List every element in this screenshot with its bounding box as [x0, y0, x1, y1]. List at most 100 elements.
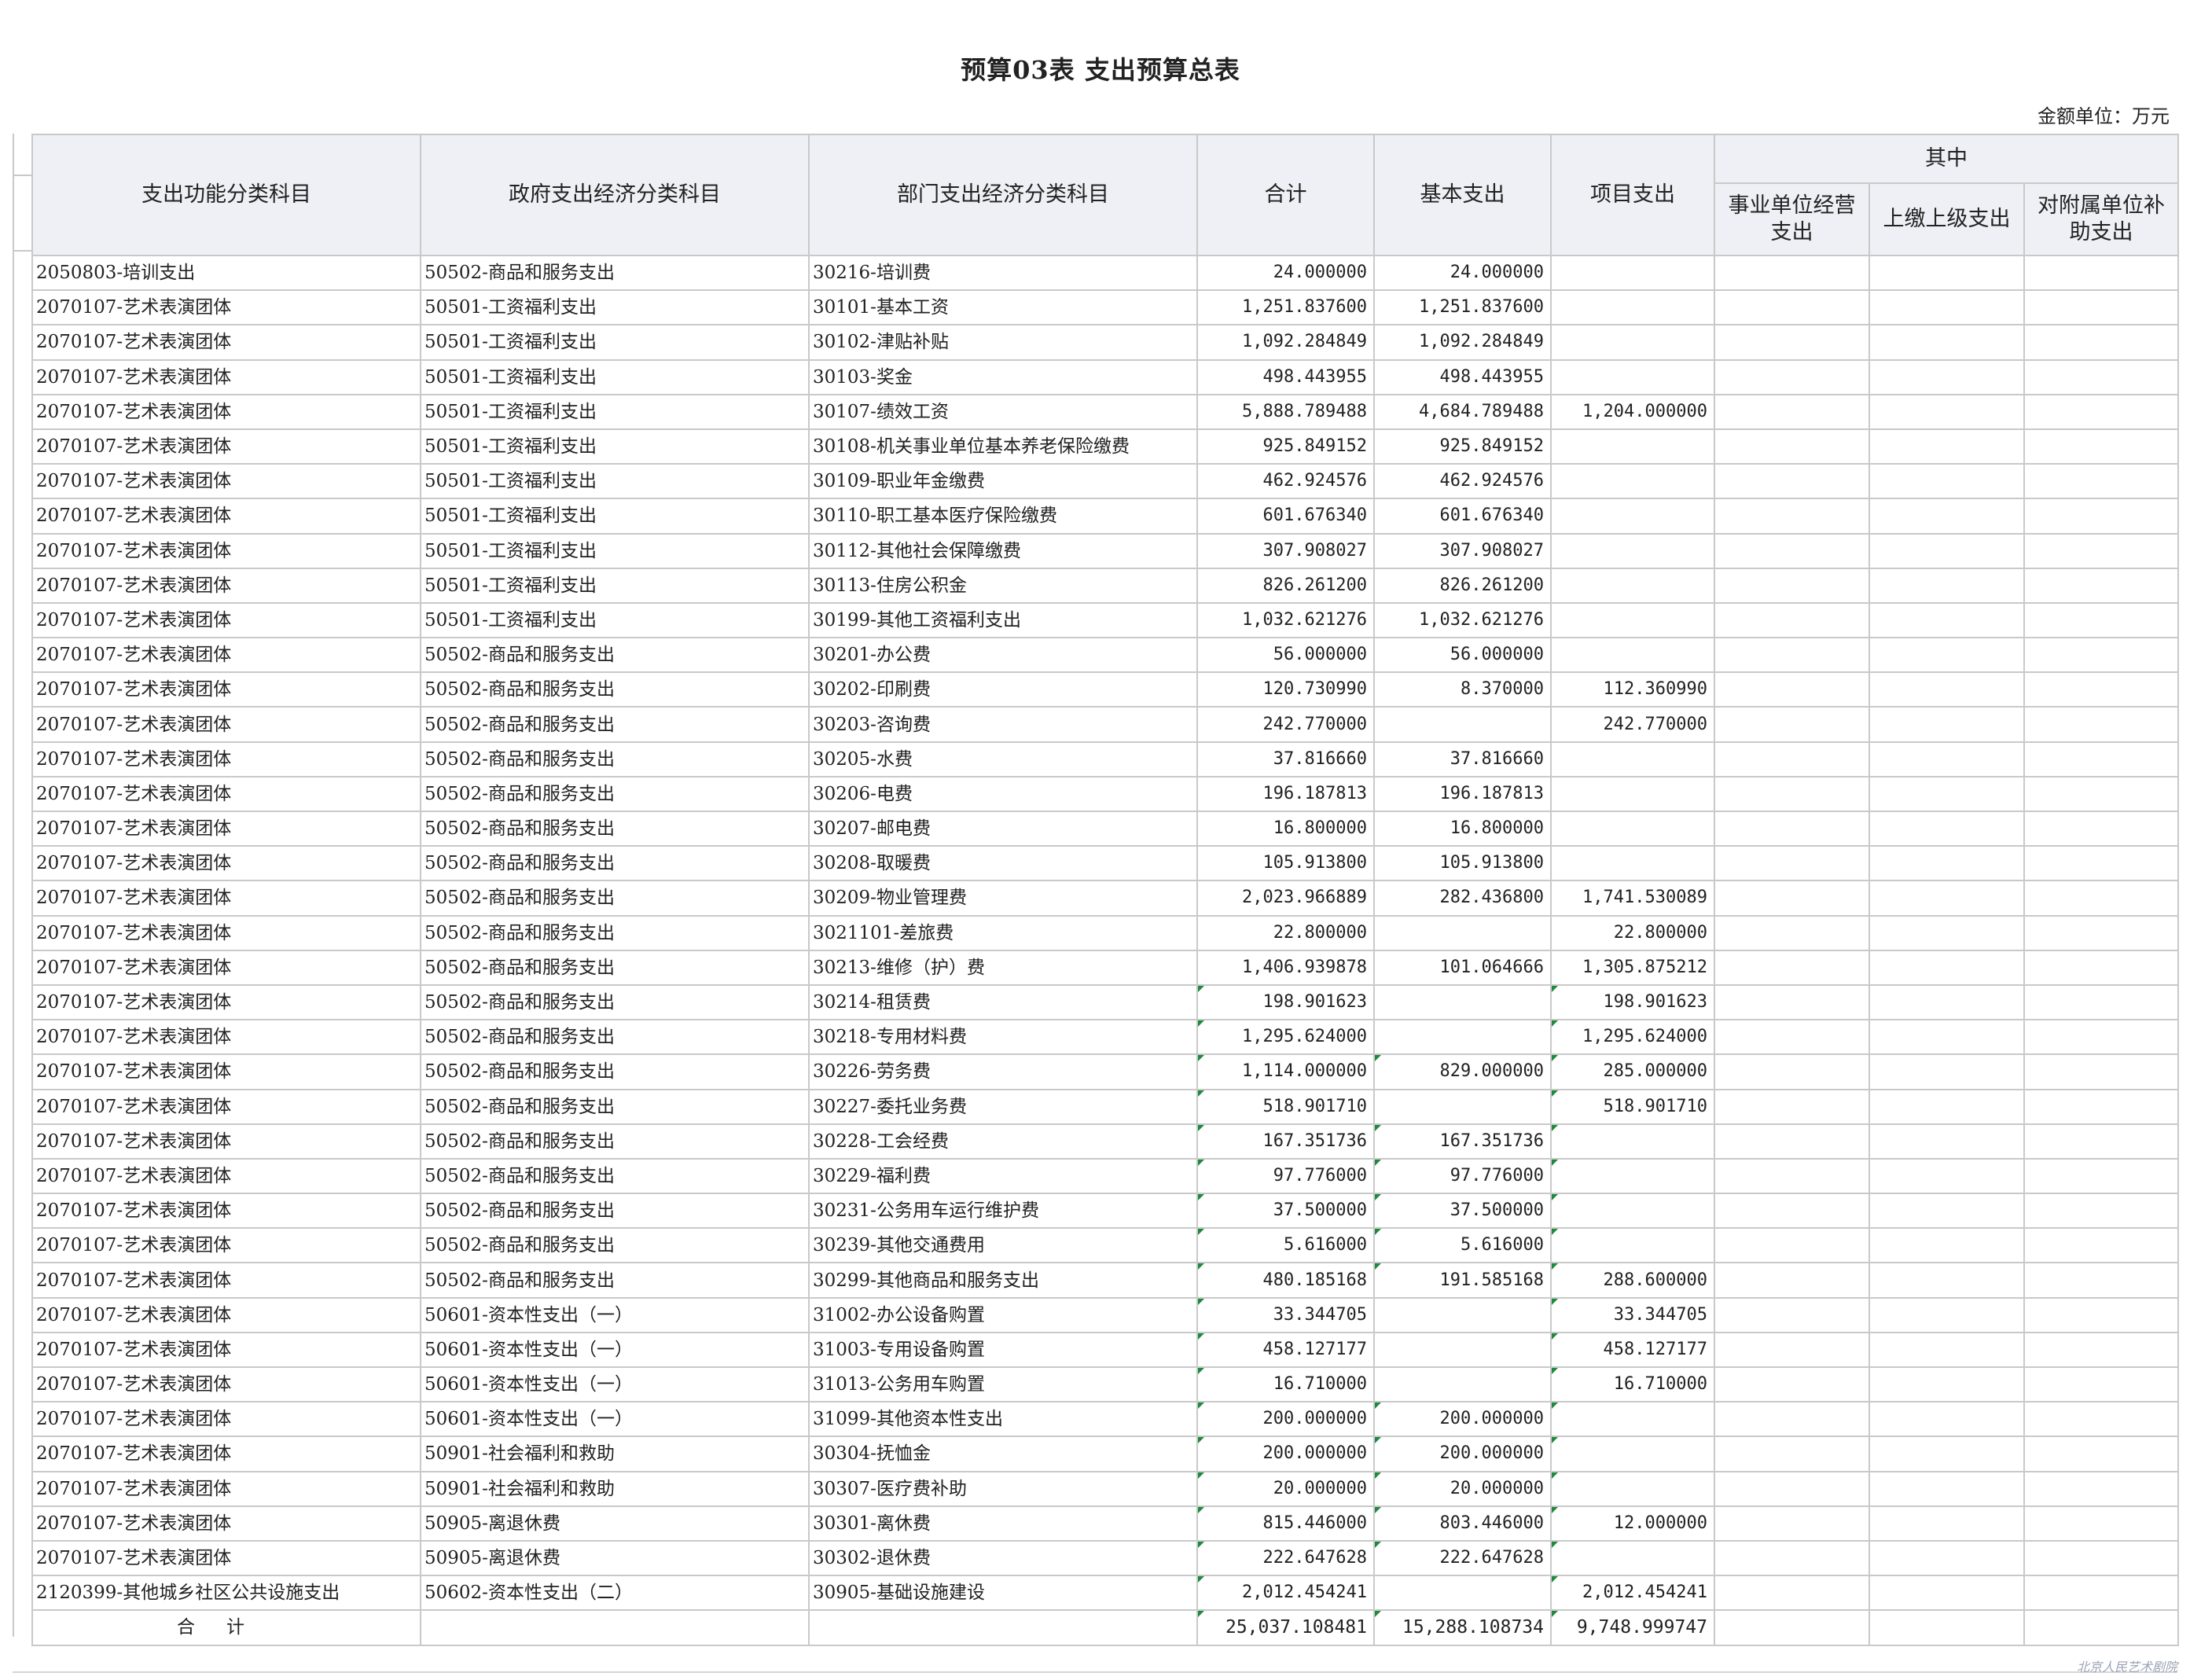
table-row: 2070107-艺术表演团体 50905-离退休费 30302-退休费 222.647… — [31, 1539, 2180, 1577]
cell-empty — [1714, 845, 1870, 882]
cell-empty — [1714, 671, 1870, 708]
cell-total: 815.446000 — [1196, 1505, 1375, 1542]
table-row: 2070107-艺术表演团体 50502-商品和服务支出 30201-办公费 56.0… — [31, 637, 2180, 674]
cell-project — [1550, 532, 1715, 569]
cell-empty — [1714, 1539, 1870, 1577]
cell-dept-econ: 30206-电费 — [808, 775, 1198, 813]
cell-total: 120.730990 — [1196, 671, 1375, 708]
cell-empty — [1714, 1436, 1870, 1472]
cell-function: 2070107-艺术表演团体 — [31, 880, 421, 917]
cell-empty — [1714, 567, 1870, 604]
cell-empty — [1868, 810, 2025, 847]
cell-gov-econ: 50501-工资福利支出 — [420, 324, 810, 361]
cell-empty — [2023, 1019, 2180, 1056]
cell-function: 2070107-艺术表演团体 — [31, 1296, 421, 1333]
cell-empty — [1868, 1436, 2025, 1472]
cell-empty — [1714, 428, 1870, 465]
cell-function: 2050803-培训支出 — [31, 254, 421, 292]
cell-dept-econ: 3021101-差旅费 — [808, 914, 1198, 951]
cell-project — [1550, 567, 1715, 604]
cell-total: 20.000000 — [1196, 1470, 1375, 1507]
cell-gov-econ: 50905-离退休费 — [420, 1539, 810, 1577]
cell-empty — [1714, 1609, 1870, 1646]
cell-total: 601.676340 — [1196, 498, 1375, 535]
cell-basic: 1,092.284849 — [1373, 324, 1552, 361]
cell-empty — [1868, 1019, 2025, 1056]
cell-function: 2070107-艺术表演团体 — [31, 1193, 421, 1230]
cell-dept-econ: 30307-医疗费补助 — [808, 1470, 1198, 1507]
cell-empty — [2023, 393, 2180, 430]
cell-empty — [2023, 601, 2180, 639]
cell-dept-econ: 30301-离休费 — [808, 1505, 1198, 1542]
cell-basic — [1373, 1296, 1552, 1333]
cell-gov-econ: 50502-商品和服务支出 — [420, 914, 810, 951]
cell-gov-econ: 50905-离退休费 — [420, 1505, 810, 1542]
cell-gov-econ: 50502-商品和服务支出 — [420, 1227, 810, 1264]
cell-project: 1,305.875212 — [1550, 949, 1715, 986]
cell-empty — [1714, 601, 1870, 639]
table-row: 2070107-艺术表演团体 50601-资本性支出（一） 31003-专用设备购置… — [31, 1331, 2180, 1369]
cell-empty — [1714, 498, 1870, 535]
cell-empty — [2023, 671, 2180, 708]
cell-dept-econ: 30216-培训费 — [808, 254, 1198, 292]
cell-project — [1550, 810, 1715, 847]
cell-dept-econ: 31003-专用设备购置 — [808, 1331, 1198, 1369]
cell-empty — [1714, 1088, 1870, 1125]
cell-total: 242.770000 — [1196, 706, 1375, 743]
cell-basic: 105.913800 — [1373, 845, 1552, 882]
table-row: 2070107-艺术表演团体 50502-商品和服务支出 30299-其他商品和服务… — [31, 1262, 2180, 1299]
cell-empty — [1868, 1262, 2025, 1299]
cell-dept-econ: 30227-委托业务费 — [808, 1088, 1198, 1125]
cell-dept-econ: 30202-印刷费 — [808, 671, 1198, 708]
cell-basic — [1373, 983, 1552, 1021]
cell-empty — [2023, 914, 2180, 951]
cell-empty — [2023, 1088, 2180, 1125]
cell-function: 2070107-艺术表演团体 — [31, 567, 421, 604]
cell-empty — [1714, 1366, 1870, 1403]
cell-gov-econ: 50501-工资福利支出 — [420, 428, 810, 465]
cell-total: 37.500000 — [1196, 1193, 1375, 1230]
cell-empty — [1714, 1262, 1870, 1299]
cell-total: 458.127177 — [1196, 1331, 1375, 1369]
total-row: 合计 25,037.108481 15,288.108734 9,748.999747 — [31, 1609, 2180, 1646]
cell-empty — [1714, 1331, 1870, 1369]
cell-project: 16.710000 — [1550, 1366, 1715, 1403]
cell-empty — [1714, 1401, 1870, 1438]
cell-dept-econ: 30199-其他工资福利支出 — [808, 601, 1198, 639]
cell-function: 2070107-艺术表演团体 — [31, 1262, 421, 1299]
header-business-operation: 事业单位经营支出 — [1714, 182, 1870, 256]
cell-dept-econ: 30209-物业管理费 — [808, 880, 1198, 917]
cell-empty — [1868, 1227, 2025, 1264]
cell-empty — [1868, 1366, 2025, 1403]
cell-project: 198.901623 — [1550, 983, 1715, 1021]
cell-empty — [2023, 949, 2180, 986]
cell-project — [1550, 324, 1715, 361]
cell-gov-econ: 50501-工资福利支出 — [420, 358, 810, 395]
total-sum: 25,037.108481 — [1196, 1609, 1375, 1646]
cell-project — [1550, 1401, 1715, 1438]
header-total: 合计 — [1196, 134, 1375, 256]
table-row: 2070107-艺术表演团体 50501-工资福利支出 30109-职业年金缴费 46… — [31, 463, 2180, 500]
table-header: 支出功能分类科目 政府支出经济分类科目 部门支出经济分类科目 合计 基本支出 项… — [31, 134, 2180, 256]
table-row: 2070107-艺术表演团体 50502-商品和服务支出 30207-邮电费 16.8… — [31, 810, 2180, 847]
cell-gov-econ: 50501-工资福利支出 — [420, 532, 810, 569]
cell-basic: 601.676340 — [1373, 498, 1552, 535]
cell-total: 1,295.624000 — [1196, 1019, 1375, 1056]
cell-total: 200.000000 — [1196, 1401, 1375, 1438]
table-row: 2070107-艺术表演团体 50502-商品和服务支出 30227-委托业务费 51… — [31, 1088, 2180, 1125]
cell-empty — [2023, 1157, 2180, 1195]
cell-function: 2070107-艺术表演团体 — [31, 1366, 421, 1403]
cell-dept-econ: 31099-其他资本性支出 — [808, 1401, 1198, 1438]
cell-function: 2070107-艺术表演团体 — [31, 1123, 421, 1160]
cell-empty — [1868, 880, 2025, 917]
cell-total: 480.185168 — [1196, 1262, 1375, 1299]
table-row: 2070107-艺术表演团体 50501-工资福利支出 30101-基本工资 1,25… — [31, 289, 2180, 326]
cell-total: 1,032.621276 — [1196, 601, 1375, 639]
cell-empty — [2023, 498, 2180, 535]
cell-total: 196.187813 — [1196, 775, 1375, 813]
cell-empty — [1714, 706, 1870, 743]
cell-dept-econ: 30299-其他商品和服务支出 — [808, 1262, 1198, 1299]
cell-empty — [1868, 1575, 2025, 1612]
cell-function: 2070107-艺术表演团体 — [31, 810, 421, 847]
cell-dept-econ: 31013-公务用车购置 — [808, 1366, 1198, 1403]
